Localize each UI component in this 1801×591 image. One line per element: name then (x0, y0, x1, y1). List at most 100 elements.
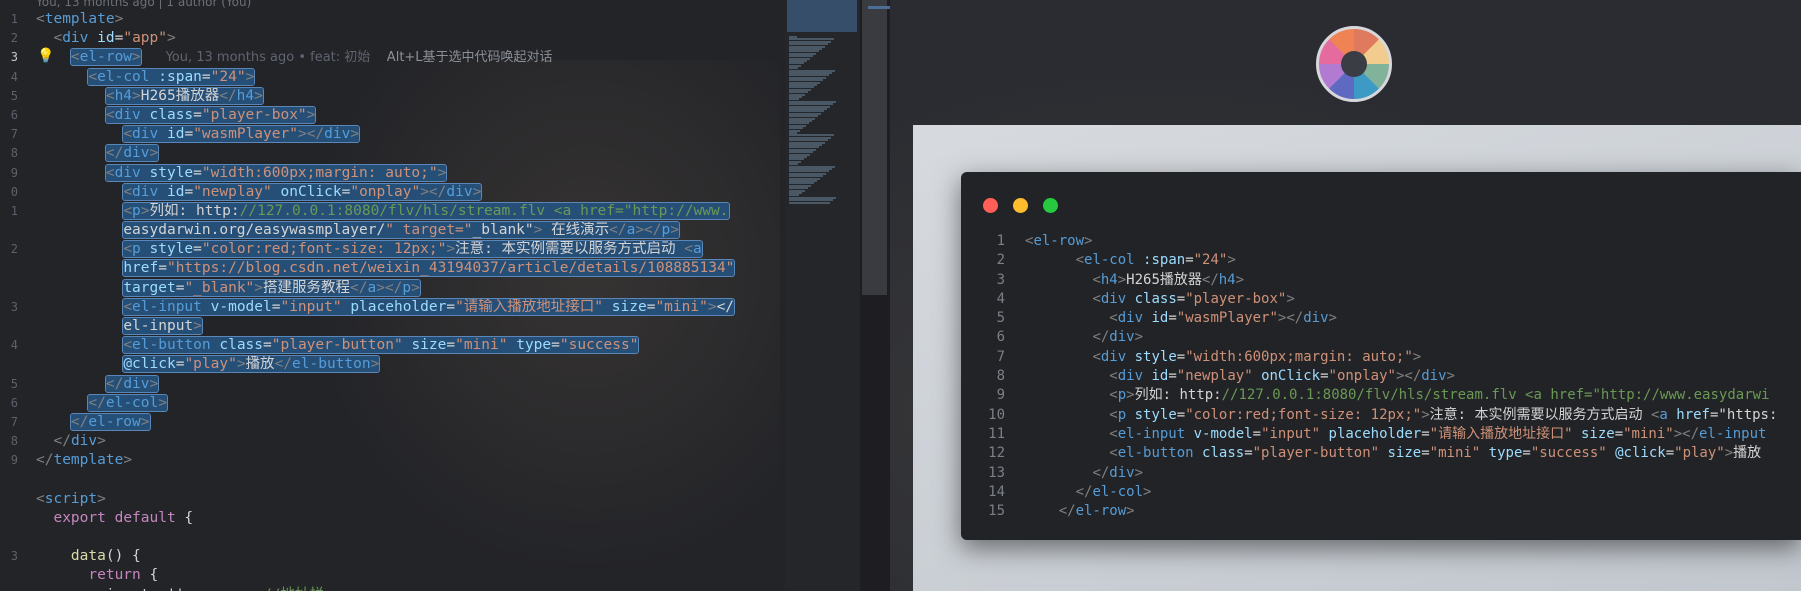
blame-header[interactable]: You, 13 months ago | 1 author (You) (36, 0, 251, 9)
line-number: 3 (10, 299, 18, 314)
shutter-logo-icon (1316, 26, 1392, 102)
code-line[interactable]: return { (36, 566, 785, 585)
code-line[interactable]: el-input> (36, 317, 785, 336)
line-number: 1 (10, 12, 18, 26)
line-number (0, 279, 22, 298)
line-number: 5 (10, 88, 18, 103)
code-line[interactable]: <div id="wasmPlayer"></div> (36, 125, 785, 144)
snippet-line-number: 7 (996, 348, 1005, 365)
snippet-line-number: 9 (996, 387, 1005, 404)
line-number: 9 (10, 453, 18, 468)
line-number: 8 (10, 146, 18, 161)
snippet-line-number: 15 (988, 503, 1005, 520)
minimap[interactable] (785, 0, 860, 591)
line-number (0, 259, 22, 278)
scrollbar-marker (868, 6, 890, 9)
code-line[interactable]: <el-row> You, 13 months ago • feat: 初始 A… (36, 48, 785, 67)
snippet-line: 13 </div> (961, 464, 1801, 483)
vertical-scrollbar[interactable] (862, 0, 887, 295)
code-area[interactable]: <template> <div id="app"> <el-row> You, … (36, 10, 785, 591)
line-number: 0 (10, 184, 18, 199)
line-number: 7 (10, 414, 18, 429)
line-number: 3 (10, 50, 18, 65)
snippet-line: 14 </el-col> (961, 483, 1801, 502)
code-editor[interactable]: You, 13 months ago | 1 author (You) 1 2 3 4… (0, 0, 785, 591)
snippet-code: 1 <el-row> 2 <el-col :span="24"> 3 <h4>H265… (961, 232, 1801, 521)
line-number (0, 355, 22, 374)
snippet-line-number: 1 (996, 233, 1005, 249)
inline-blame: You, 13 months ago • feat: 初始 (140, 50, 371, 66)
code-line[interactable]: <h4>H265播放器</h4> (36, 86, 785, 106)
line-number: 1 (10, 203, 18, 218)
snippet-line-number: 4 (996, 290, 1005, 307)
code-line[interactable]: target="_blank">搭建服务教程</a></p> (36, 278, 785, 298)
line-number: 2 (10, 31, 18, 46)
code-line[interactable]: </el-col> (36, 393, 785, 413)
snippet-line-number: 5 (996, 310, 1005, 327)
snippet-line-number: 13 (988, 464, 1005, 481)
line-number: 2 (10, 242, 18, 257)
line-number: 5 (10, 376, 18, 391)
code-line[interactable]: </el-row> (36, 412, 785, 432)
line-number: 4 (10, 338, 18, 353)
line-number (0, 566, 22, 585)
code-line[interactable]: <template> (36, 10, 785, 29)
line-number (0, 490, 22, 509)
inline-hint: Alt+L基于选中代码唤起对话 (370, 50, 553, 66)
code-line[interactable]: </div> (36, 432, 785, 451)
minimap-line (789, 201, 830, 204)
line-number (0, 471, 22, 490)
code-line[interactable]: input: '', //地址栏 (36, 586, 785, 591)
line-number: 6 (10, 395, 18, 410)
line-number (0, 528, 22, 547)
code-line[interactable]: <el-col :span="24"> (36, 67, 785, 87)
maximize-dot-icon (1043, 198, 1058, 213)
line-number: 9 (10, 165, 18, 180)
snippet-line-number: 10 (988, 406, 1005, 423)
code-line[interactable] (36, 528, 785, 547)
snippet-line: 5 <div id="wasmPlayer"></div> (961, 309, 1801, 328)
snippet-line-number: 14 (988, 483, 1005, 500)
line-number: 3 (10, 549, 18, 564)
code-line[interactable]: </div> (36, 374, 785, 394)
line-number: 6 (10, 107, 18, 122)
line-number (0, 221, 22, 240)
line-number: 8 (10, 434, 18, 449)
code-line[interactable]: easydarwin.org/easywasmplayer/" target="… (36, 221, 785, 240)
code-line[interactable] (36, 471, 785, 490)
code-line[interactable]: <p>列如: http://127.0.0.1:8080/flv/hls/str… (36, 201, 785, 221)
code-line[interactable]: <el-button class="player-button" size="m… (36, 336, 785, 355)
snippet-line: 6 </div> (961, 328, 1801, 347)
code-line[interactable]: </div> (36, 144, 785, 163)
snippet-line: 1 <el-row> (961, 232, 1801, 251)
code-line[interactable]: <div style="width:600px;margin: auto;"> (36, 163, 785, 183)
snippet-line: 4 <div class="player-box"> (961, 290, 1801, 309)
snippet-line-number: 2 (996, 252, 1005, 269)
snippet-line-number: 3 (996, 271, 1005, 288)
code-line[interactable]: <div class="player-box"> (36, 105, 785, 125)
snippet-line: 10 <p style="color:red;font-size: 12px;"… (961, 406, 1801, 425)
snippet-line: 15 </el-row> (961, 502, 1801, 521)
code-line[interactable]: <p style="color:red;font-size: 12px;">注意… (36, 240, 785, 259)
code-line[interactable]: <script> (36, 490, 785, 509)
code-line[interactable]: </template> (36, 451, 785, 470)
snippet-line: 9 <p>列如: http://127.0.0.1:8080/flv/hls/s… (961, 386, 1801, 405)
code-line[interactable]: <div id="newplay" onClick="onplay"></div… (36, 182, 785, 202)
minimize-dot-icon (1013, 198, 1028, 213)
code-snippet-window: 1 <el-row> 2 <el-col :span="24"> 3 <h4>H265… (961, 172, 1801, 540)
code-line[interactable]: <div id="app"> (36, 29, 785, 48)
snippet-line: 3 <h4>H265播放器</h4> (961, 271, 1801, 290)
code-line[interactable]: export default { (36, 509, 785, 528)
line-number-gutter: 1 2 3 4 5 6 7 8 9 0 1 2 3 4 5 6 7 8 9 3 (0, 10, 22, 586)
code-line[interactable]: data() { (36, 547, 785, 566)
minimap-viewport[interactable] (787, 0, 857, 32)
code-line[interactable]: <el-input v-model="input" placeholder="请… (36, 297, 785, 317)
line-number: 7 (10, 127, 18, 142)
snippet-line: 12 <el-button class="player-button" size… (961, 444, 1801, 463)
snippet-line-number: 6 (996, 329, 1005, 346)
code-line[interactable]: @click="play">播放</el-button> (36, 355, 785, 374)
line-number: 4 (10, 69, 18, 84)
code-line[interactable]: href="https://blog.csdn.net/weixin_43194… (36, 259, 785, 278)
snippet-line-number: 11 (988, 425, 1005, 442)
snippet-line: 2 <el-col :span="24"> (961, 251, 1801, 270)
